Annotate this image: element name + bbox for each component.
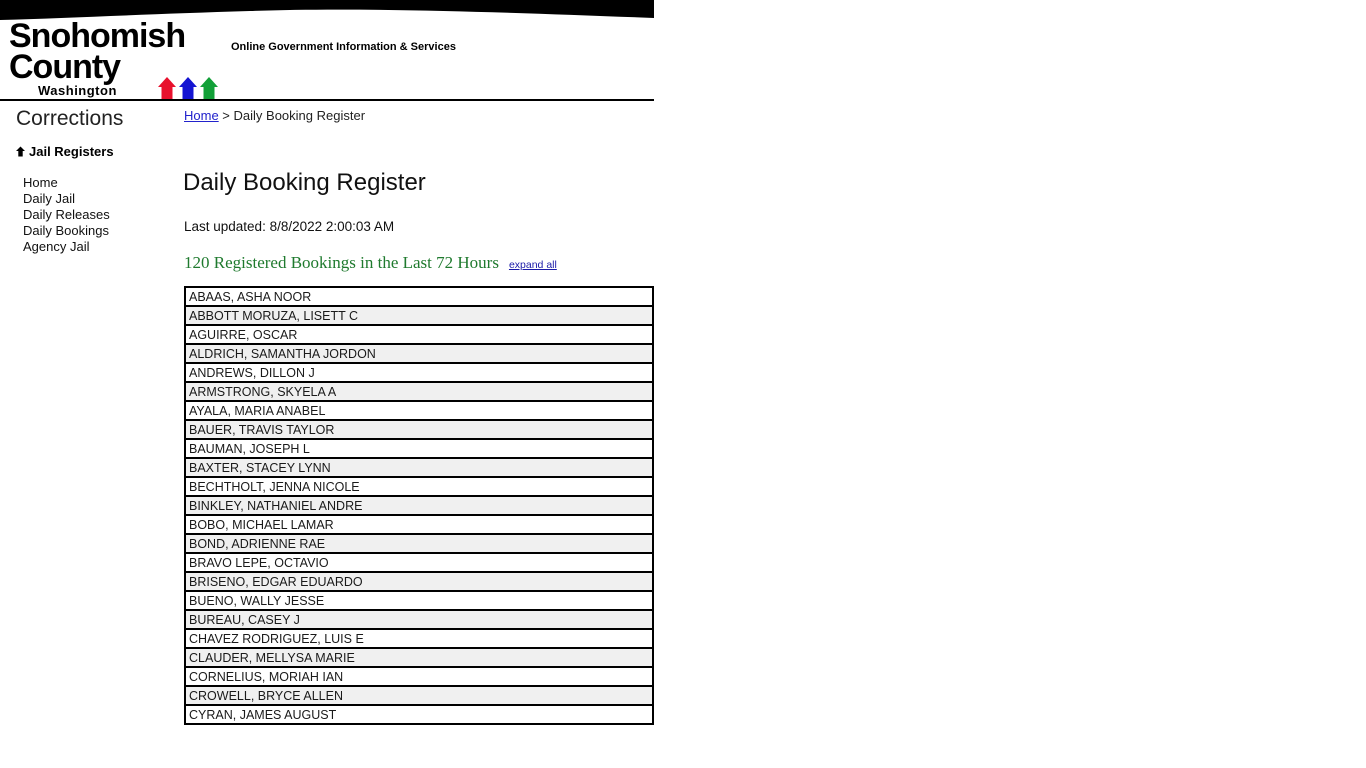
breadcrumb-current: Daily Booking Register bbox=[233, 108, 366, 123]
logo-line-two: County bbox=[9, 48, 121, 86]
booking-row[interactable]: CLAUDER, MELLYSA MARIE bbox=[186, 649, 652, 668]
booking-row[interactable]: AGUIRRE, OSCAR bbox=[186, 326, 652, 345]
site-header: Snohomish Online Government Information … bbox=[0, 0, 654, 101]
three-arrows-logo-icon bbox=[158, 77, 218, 99]
booking-row[interactable]: BOBO, MICHAEL LAMAR bbox=[186, 516, 652, 535]
booking-list: ABAAS, ASHA NOOR ABBOTT MORUZA, LISETT CA… bbox=[184, 286, 654, 725]
summary-row: 120 Registered Bookings in the Last 72 H… bbox=[184, 253, 557, 273]
booking-row[interactable]: BOND, ADRIENNE RAE bbox=[186, 535, 652, 554]
breadcrumb-separator: > bbox=[218, 108, 234, 123]
arrow-up-icon bbox=[16, 146, 25, 157]
booking-row[interactable]: BRAVO LEPE, OCTAVIO bbox=[186, 554, 652, 573]
department-title: Corrections bbox=[16, 107, 124, 130]
booking-row[interactable]: BINKLEY, NATHANIEL ANDRE bbox=[186, 497, 652, 516]
booking-row[interactable]: CROWELL, BRYCE ALLEN bbox=[186, 687, 652, 706]
booking-row[interactable]: BUREAU, CASEY J bbox=[186, 611, 652, 630]
booking-count-summary: 120 Registered Bookings in the Last 72 H… bbox=[184, 253, 499, 272]
booking-row[interactable]: BECHTHOLT, JENNA NICOLE bbox=[186, 478, 652, 497]
breadcrumb-home-link[interactable]: Home bbox=[184, 108, 219, 123]
page-root: Snohomish Online Government Information … bbox=[0, 0, 1366, 768]
booking-row[interactable]: ANDREWS, DILLON J bbox=[186, 364, 652, 383]
nav-group-label: Jail Registers bbox=[29, 144, 114, 159]
sidebar-item-agency-jail[interactable]: Agency Jail bbox=[23, 239, 110, 255]
booking-row[interactable]: CORNELIUS, MORIAH IAN bbox=[186, 668, 652, 687]
expand-all-link[interactable]: expand all bbox=[509, 259, 557, 271]
sidebar-item-daily-jail[interactable]: Daily Jail bbox=[23, 191, 110, 207]
booking-row[interactable]: ARMSTRONG, SKYELA A bbox=[186, 383, 652, 402]
booking-row[interactable]: BAUER, TRAVIS TAYLOR bbox=[186, 421, 652, 440]
site-tagline: Online Government Information & Services bbox=[231, 41, 456, 53]
booking-row[interactable]: CHAVEZ RODRIGUEZ, LUIS E bbox=[186, 630, 652, 649]
last-updated-text: Last updated: 8/8/2022 2:00:03 AM bbox=[184, 219, 395, 234]
breadcrumb: Home > Daily Booking Register bbox=[184, 108, 365, 123]
site-logo[interactable]: Snohomish Online Government Information … bbox=[9, 19, 649, 99]
booking-row[interactable]: AYALA, MARIA ANABEL bbox=[186, 402, 652, 421]
booking-row[interactable]: ABBOTT MORUZA, LISETT C bbox=[186, 307, 652, 326]
booking-row[interactable]: BUENO, WALLY JESSE bbox=[186, 592, 652, 611]
booking-row[interactable]: ALDRICH, SAMANTHA JORDON bbox=[186, 345, 652, 364]
sidebar-item-daily-releases[interactable]: Daily Releases bbox=[23, 207, 110, 223]
booking-row[interactable]: BRISENO, EDGAR EDUARDO bbox=[186, 573, 652, 592]
booking-row[interactable]: BAXTER, STACEY LYNN bbox=[186, 459, 652, 478]
sidebar-nav-list: Home Daily Jail Daily Releases Daily Boo… bbox=[23, 175, 110, 255]
sidebar-item-home[interactable]: Home bbox=[23, 175, 110, 191]
booking-row[interactable]: BAUMAN, JOSEPH L bbox=[186, 440, 652, 459]
logo-state-name: Washington bbox=[38, 83, 117, 98]
sidebar-item-daily-bookings[interactable]: Daily Bookings bbox=[23, 223, 110, 239]
booking-row[interactable]: ABAAS, ASHA NOOR bbox=[186, 288, 652, 307]
page-title: Daily Booking Register bbox=[183, 169, 426, 196]
nav-group-jail-registers[interactable]: Jail Registers bbox=[15, 144, 114, 159]
booking-row[interactable]: CYRAN, JAMES AUGUST bbox=[186, 706, 652, 725]
